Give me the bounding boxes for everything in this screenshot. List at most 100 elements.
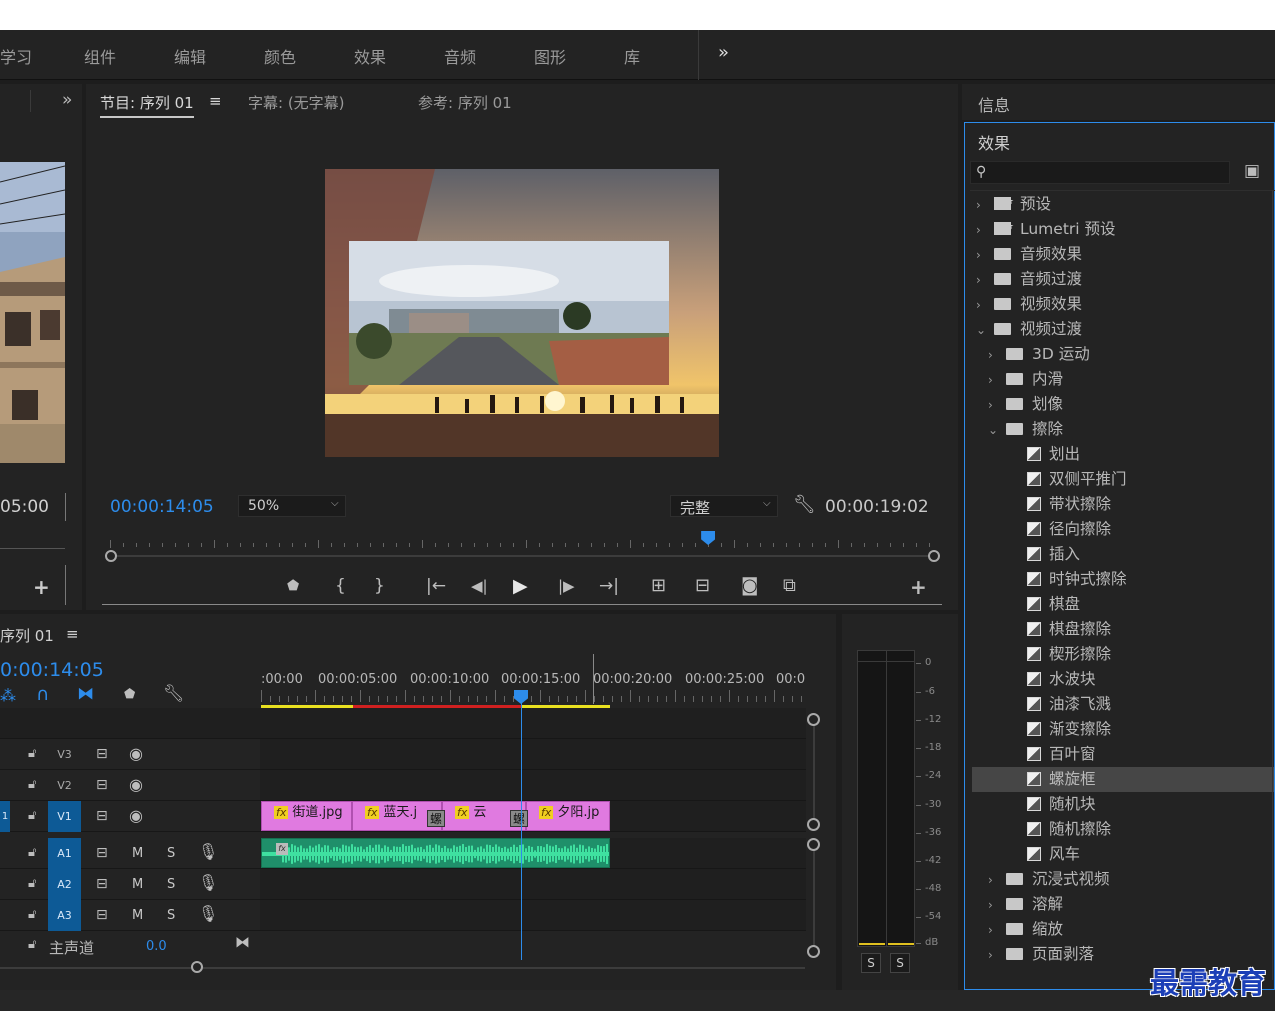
chevron-right-icon[interactable]: › — [976, 218, 988, 243]
timeline-hscroll-track[interactable] — [0, 967, 805, 969]
track-target-v1[interactable]: V1 — [48, 801, 81, 832]
mark-out-icon[interactable]: } — [374, 578, 385, 595]
chevron-right-icon[interactable]: › — [988, 368, 1000, 393]
chevron-down-icon[interactable]: ⌄ — [976, 318, 988, 343]
effect-item[interactable]: 时钟式擦除 — [972, 567, 1274, 592]
track-lock-icon[interactable]: 🔓︎ — [28, 809, 36, 822]
effect-item[interactable]: 随机块 — [972, 792, 1274, 817]
effect-folder[interactable]: › 划像 — [972, 392, 1274, 417]
track-target-a1[interactable]: A1 — [48, 838, 81, 869]
effect-item[interactable]: 双侧平推门 — [972, 467, 1274, 492]
clip-street[interactable]: fx 街道.jpg — [261, 801, 352, 831]
effect-item[interactable]: 螺旋框 — [972, 767, 1274, 792]
clip-sunset[interactable]: fx 夕阳.jp — [526, 801, 610, 831]
chevron-right-icon[interactable]: › — [976, 193, 988, 218]
track-lock-icon[interactable]: 🔓︎ — [28, 908, 36, 921]
zoom-select[interactable]: 50% ⌵ — [238, 495, 346, 517]
program-scroll-start-handle[interactable] — [105, 550, 117, 562]
sync-lock-icon[interactable]: ⊟ — [96, 877, 108, 891]
timeline-ruler[interactable]: :00:00 00:00:05:00 00:00:10:00 00:00:15:00 0… — [261, 654, 806, 708]
source-patch-v1[interactable]: 1 — [0, 801, 10, 832]
eye-icon[interactable]: ◉ — [129, 808, 143, 824]
program-scroll-end-handle[interactable] — [928, 550, 940, 562]
track-lock-icon[interactable]: 🔓︎ — [28, 846, 36, 859]
audio-vscroll-bottom-handle[interactable] — [807, 945, 820, 958]
sync-lock-icon[interactable]: ⊟ — [96, 778, 108, 792]
effect-folder[interactable]: › 视频效果 — [972, 292, 1274, 317]
quality-select[interactable]: 完整 ⌵ — [670, 495, 778, 517]
video-vscroll-top-handle[interactable] — [807, 713, 820, 726]
sync-lock-icon[interactable]: ⊟ — [96, 846, 108, 860]
solo-button[interactable]: S — [167, 846, 175, 861]
effect-item[interactable]: 楔形擦除 — [972, 642, 1274, 667]
extract-icon[interactable]: ⊟ — [695, 577, 710, 595]
tab-program[interactable]: 节目: 序列 01 — [100, 92, 194, 118]
sync-lock-icon[interactable]: ⊟ — [96, 809, 108, 823]
workspace-editing[interactable]: 编辑 — [174, 44, 206, 68]
workspace-overflow-icon[interactable]: » — [718, 42, 729, 63]
master-bowtie-icon[interactable]: ⧓ — [235, 935, 250, 950]
effect-folder[interactable]: ⌄ 擦除 — [972, 417, 1274, 442]
master-lock-icon[interactable]: 🔓︎ — [28, 938, 36, 951]
track-target-a3[interactable]: A3 — [48, 900, 81, 931]
new-bin-icon[interactable]: ▣ — [1244, 163, 1260, 180]
mute-button[interactable]: M — [132, 846, 143, 861]
source-overflow-icon[interactable]: » — [62, 92, 72, 109]
effect-item[interactable]: 棋盘 — [972, 592, 1274, 617]
effect-item[interactable]: 划出 — [972, 442, 1274, 467]
timeline-playhead-line[interactable] — [521, 692, 522, 960]
effect-item[interactable]: 径向擦除 — [972, 517, 1274, 542]
effect-folder[interactable]: › 3D 运动 — [972, 342, 1274, 367]
timeline-settings-wrench-icon[interactable]: 🔧︎ — [163, 686, 185, 703]
audio-vscroll-top-handle[interactable] — [807, 838, 820, 851]
chevron-down-icon[interactable]: ⌄ — [988, 418, 1000, 443]
microphone-icon[interactable]: 🎙︎ — [198, 844, 218, 860]
mute-button[interactable]: M — [132, 908, 143, 923]
step-forward-icon[interactable]: |▶ — [558, 579, 575, 594]
timeline-tab-menu-icon[interactable]: ≡ — [66, 625, 79, 643]
track-target-v3[interactable]: V3 — [48, 739, 81, 770]
effect-folder[interactable]: › 沉浸式视频 — [972, 867, 1274, 892]
timeline-timecode[interactable]: 0:00:14:05 — [0, 659, 104, 681]
tab-captions[interactable]: 字幕: (无字幕) — [248, 92, 345, 113]
master-volume-value[interactable]: 0.0 — [146, 939, 167, 954]
chevron-right-icon[interactable]: › — [988, 943, 1000, 968]
source-add-button[interactable]: + — [33, 577, 50, 597]
effect-item[interactable]: 插入 — [972, 542, 1274, 567]
chevron-right-icon[interactable]: › — [976, 243, 988, 268]
chevron-right-icon[interactable]: › — [976, 293, 988, 318]
chevron-right-icon[interactable]: › — [988, 918, 1000, 943]
track-lock-icon[interactable]: 🔓︎ — [28, 778, 36, 791]
audio-clip-a1[interactable]: fx — [261, 838, 610, 868]
effect-preset-bin[interactable]: › 预设 — [972, 190, 1274, 218]
magnet-icon[interactable]: ∩ — [36, 686, 49, 704]
effect-item[interactable]: 棋盘擦除 — [972, 617, 1274, 642]
program-tab-menu-icon[interactable]: ≡ — [209, 92, 222, 110]
chevron-right-icon[interactable]: › — [988, 343, 1000, 368]
effect-item[interactable]: 油漆飞溅 — [972, 692, 1274, 717]
track-lock-icon[interactable]: 🔓︎ — [28, 877, 36, 890]
sync-lock-icon[interactable]: ⊟ — [96, 747, 108, 761]
mute-button[interactable]: M — [132, 877, 143, 892]
tab-reference[interactable]: 参考: 序列 01 — [418, 92, 512, 113]
step-back-icon[interactable]: ◀| — [471, 579, 488, 594]
effect-item[interactable]: 带状擦除 — [972, 492, 1274, 517]
effect-item[interactable]: 水波块 — [972, 667, 1274, 692]
timeline-marker-icon[interactable]: ⬟ — [124, 688, 135, 701]
chevron-right-icon[interactable]: › — [988, 868, 1000, 893]
effect-item[interactable]: 随机擦除 — [972, 817, 1274, 842]
workspace-color[interactable]: 颜色 — [264, 44, 296, 68]
track-lock-icon[interactable]: 🔓︎ — [28, 747, 36, 760]
tab-info[interactable]: 信息 — [978, 92, 1010, 116]
add-marker-icon[interactable]: ⬟ — [287, 579, 299, 593]
solo-left-button[interactable]: S — [861, 953, 881, 973]
workspace-assembly[interactable]: 组件 — [84, 44, 116, 68]
solo-right-button[interactable]: S — [890, 953, 910, 973]
lift-icon[interactable]: ⊞ — [651, 577, 666, 595]
snap-icon[interactable]: ⁂ — [0, 688, 16, 704]
effect-item[interactable]: 风车 — [972, 842, 1274, 867]
program-current-timecode[interactable]: 00:00:14:05 — [110, 497, 214, 517]
eye-icon[interactable]: ◉ — [129, 777, 143, 793]
timeline-hscroll-handle[interactable] — [191, 961, 203, 973]
camera-icon[interactable]: ◙ — [741, 577, 758, 595]
